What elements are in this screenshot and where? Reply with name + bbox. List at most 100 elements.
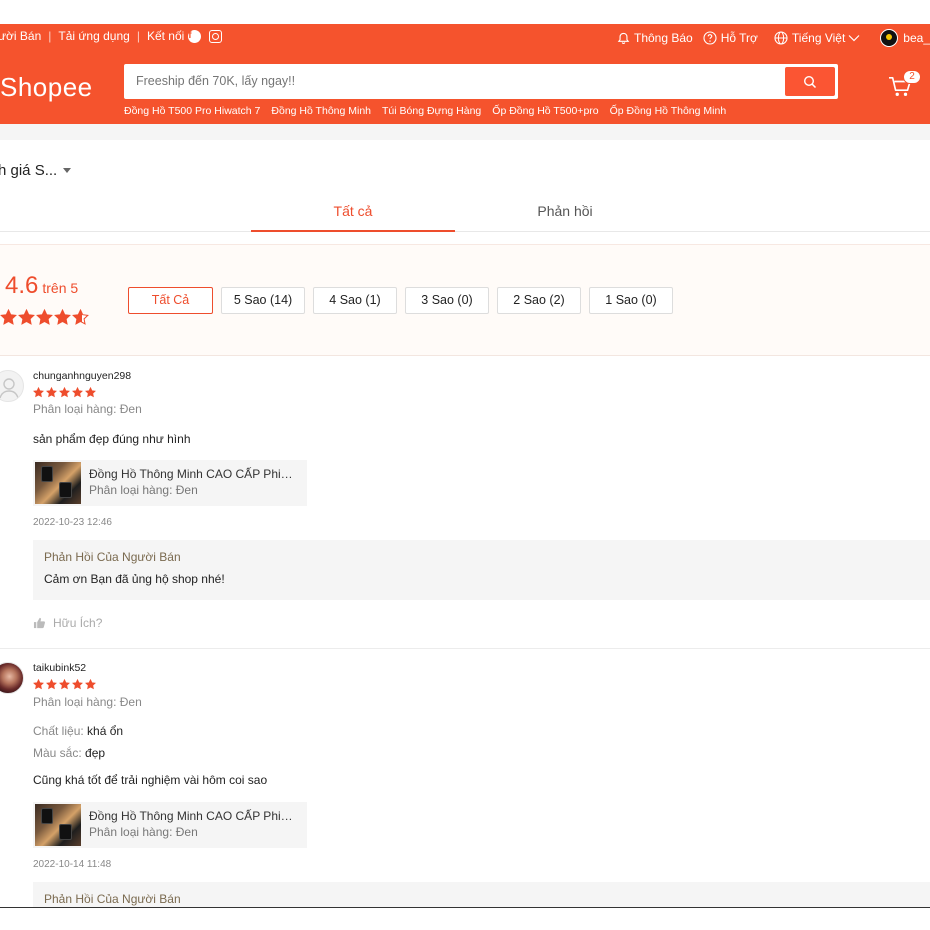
caret-down-icon [63,168,72,173]
attribute-value: đẹp [85,746,106,760]
tab-all[interactable]: Tất cả [251,190,455,232]
product-name: Đồng Hồ Thông Minh CAO CẤP Phiên Bản Mới [89,467,299,481]
star-icon [59,387,70,398]
rating-score: 4.6 trên 5 [5,272,78,300]
star-icon [85,387,96,398]
star-icon [72,387,83,398]
product-variant: Phân loại hàng: Đen [89,483,198,497]
star-filters: Tất Cả 5 Sao (14) 4 Sao (1) 3 Sao (0) 2 … [128,287,681,314]
instagram-icon[interactable] [209,29,223,43]
review-comment: sản phẩm đẹp đúng như hình [33,432,191,446]
thumbs-up-icon [33,617,45,629]
notifications-link[interactable]: Thông Báo [617,31,693,45]
score-out-of: trên 5 [42,280,79,296]
app-download-link[interactable]: Tải ứng dụng [58,29,129,43]
filter-2-star[interactable]: 2 Sao (2) [497,287,581,314]
page: ười Bán | Tải ứng dụng | Kết nối f Thông… [0,0,930,930]
user-placeholder-icon [0,378,19,399]
review-comment: Cũng khá tốt để trải nghiệm vài hôm coi … [33,773,268,787]
suggestion-link[interactable]: Túi Bóng Đựng Hàng [382,105,481,117]
star-icon [18,309,35,325]
reviewer-name[interactable]: taikubink52 [33,662,86,674]
star-icon [0,309,17,325]
seller-reply-text: Cảm ơn Bạn đã ủng hộ shop nhé! [44,572,225,586]
star-icon [46,679,57,690]
tab-replies[interactable]: Phản hồi [463,190,667,232]
search-button[interactable] [785,67,835,96]
rating-overview: 4.6 trên 5 Tất Cả 5 Sao (14) 4 Sao (1) 3 … [0,244,930,356]
filter-1-star[interactable]: 1 Sao (0) [589,287,673,314]
review-divider [0,648,930,649]
facebook-icon[interactable]: f [188,29,202,43]
chevron-down-icon [848,35,860,42]
language-selector[interactable]: Tiếng Việt [774,31,864,45]
search-icon [803,75,817,88]
review-variant: Phân loại hàng: Đen [33,695,142,709]
account-menu[interactable]: bea_ [880,29,930,47]
star-icon [33,387,44,398]
overview-stars [0,309,90,326]
review-timestamp: 2022-10-14 11:48 [33,859,112,870]
page-bottom [0,908,930,930]
support-label: Hỗ Trợ [720,31,758,45]
search-suggestions: Đồng Hồ T500 Pro Hiwatch 7 Đồng Hồ Thông… [124,105,737,117]
seller-reply-title: Phản Hồi Của Người Bán [44,550,181,564]
header: ười Bán | Tải ứng dụng | Kết nối f Thông… [0,24,930,124]
seller-reply-title: Phản Hồi Của Người Bán [44,892,181,906]
star-icon [85,679,96,690]
bell-icon [617,32,630,44]
star-icon [59,679,70,690]
reviewer-avatar[interactable] [0,370,24,402]
attribute-value: khá ổn [87,724,124,738]
review-attribute-material: Chất liệu: khá ổn [33,724,123,738]
language-label: Tiếng Việt [791,31,846,45]
username: bea_ [903,31,930,45]
divider: | [136,29,140,43]
avatar [880,29,899,47]
cart-count-badge: 2 [903,70,921,84]
helpful-button[interactable]: Hữu Ích? [33,616,102,630]
score-value: 4.6 [5,272,39,299]
search-input[interactable] [136,64,776,99]
filter-all[interactable]: Tất Cả [128,287,213,314]
reviewer-name[interactable]: chunganhnguyen298 [33,370,131,382]
filter-3-star[interactable]: 3 Sao (0) [405,287,489,314]
product-thumbnail [35,462,81,504]
suggestion-link[interactable]: Đồng Hồ T500 Pro Hiwatch 7 [124,105,260,117]
shopee-logo[interactable]: Shopee [0,72,93,103]
review-attribute-color: Màu sắc: đẹp [33,746,105,760]
star-icon [33,679,44,690]
sort-label: h giá S... [0,162,58,179]
suggestion-link[interactable]: Đồng Hồ Thông Minh [271,105,371,117]
review-product-card[interactable]: Đồng Hồ Thông Minh CAO CẤP Phiên Bản Mới… [33,802,307,848]
star-icon [46,387,57,398]
helpful-label: Hữu Ích? [53,616,103,630]
attribute-key: Chất liệu: [33,724,84,738]
product-thumbnail [35,804,81,846]
attribute-key: Màu sắc: [33,746,82,760]
review-product-card[interactable]: Đồng Hồ Thông Minh CAO CẤP Phiên Bản Mới… [33,460,307,506]
review-variant: Phân loại hàng: Đen [33,402,142,416]
product-variant: Phân loại hàng: Đen [89,825,198,839]
search-box [124,64,838,99]
support-link[interactable]: Hỗ Trợ [703,31,758,45]
product-name: Đồng Hồ Thông Minh CAO CẤP Phiên Bản Mới [89,809,299,823]
globe-icon [774,31,788,45]
seller-link[interactable]: ười Bán [0,29,41,43]
seller-reply: Phản Hồi Của Người Bán Cảm ơn Bạn đã ủng… [33,540,930,600]
filter-4-star[interactable]: 4 Sao (1) [313,287,397,314]
sort-dropdown[interactable]: h giá S... [0,162,72,179]
divider: | [48,29,52,43]
filter-5-star[interactable]: 5 Sao (14) [221,287,305,314]
review-tabs: Tất cả Phản hồi [0,190,930,232]
star-icon [72,309,89,325]
reviewer-avatar[interactable] [0,662,24,694]
help-icon [703,31,717,45]
star-icon [72,679,83,690]
review-stars [33,679,98,690]
star-icon [36,309,53,325]
notifications-label: Thông Báo [633,31,693,45]
suggestion-link[interactable]: Ốp Đồng Hồ Thông Minh [610,105,727,117]
suggestion-link[interactable]: Ốp Đồng Hồ T500+pro [492,105,598,117]
connect-label: Kết nối [146,29,185,43]
